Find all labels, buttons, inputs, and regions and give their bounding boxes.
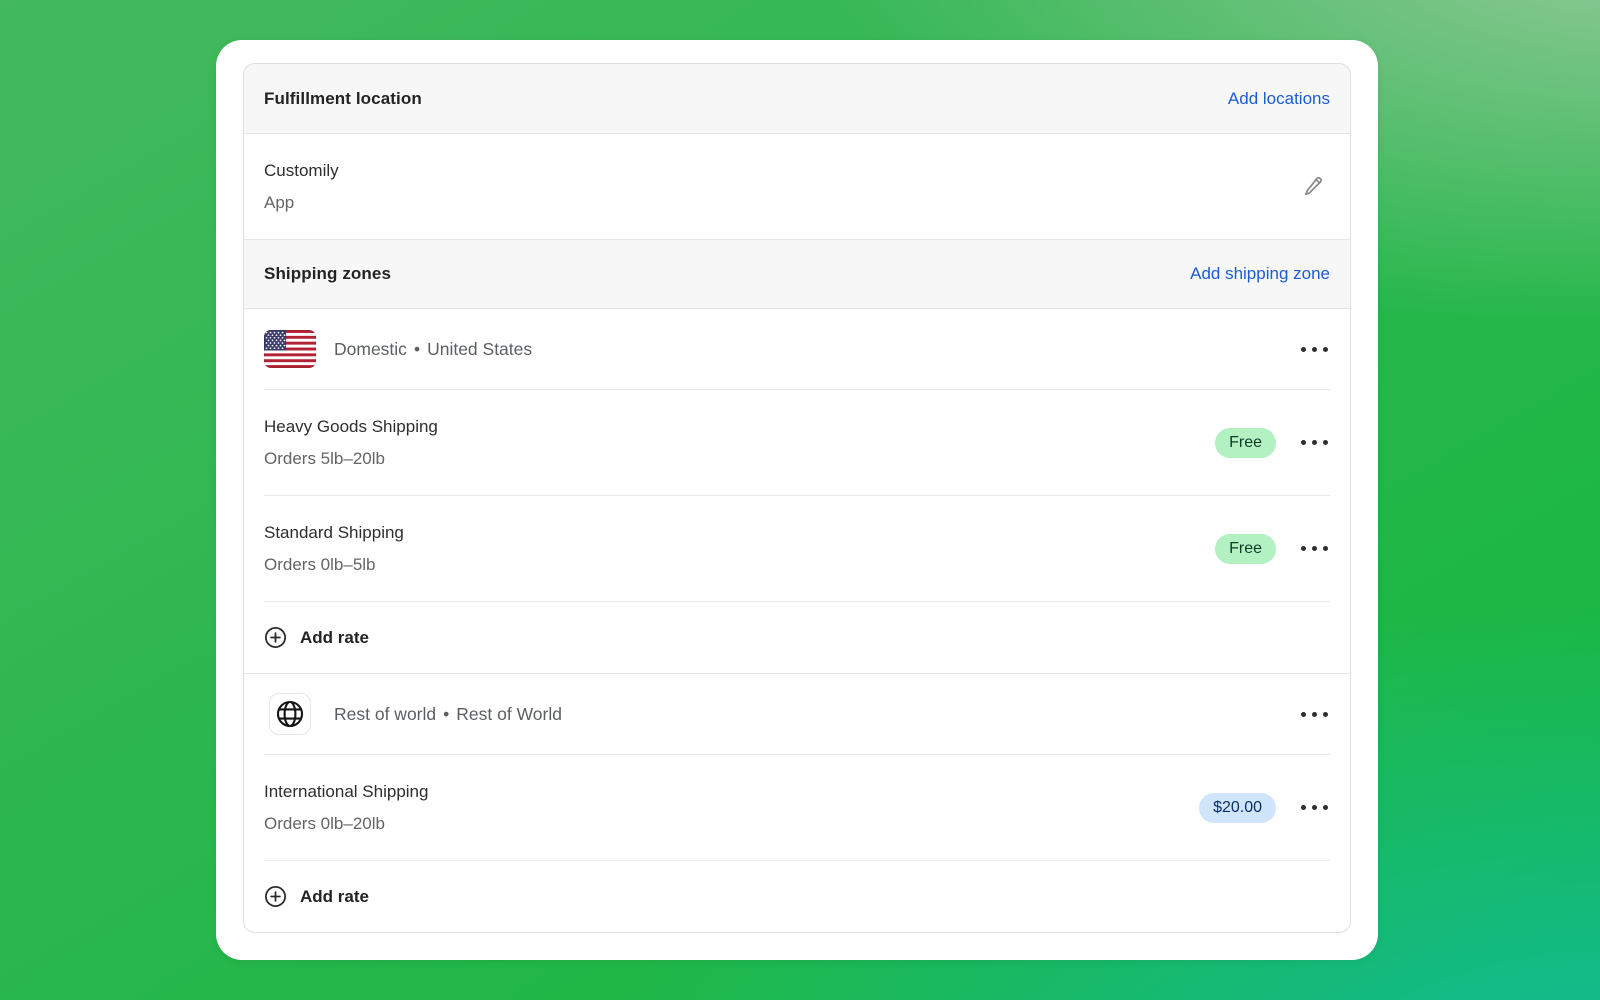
zone-separator: •: [436, 704, 456, 724]
zone-region: Rest of World: [456, 704, 562, 724]
rate-condition: Orders 0lb–5lb: [264, 549, 404, 581]
shipping-settings-panel: Fulfillment location Add locations Custo…: [243, 63, 1351, 933]
ellipsis-icon: [1301, 805, 1328, 810]
rate-row-heavy-goods: Heavy Goods Shipping Orders 5lb–20lb Fre…: [244, 390, 1350, 495]
zone-region: United States: [427, 339, 532, 359]
rate-heavy-goods-menu-button[interactable]: [1299, 434, 1330, 451]
add-rate-button-domestic[interactable]: Add rate: [264, 626, 369, 649]
rate-price-badge: Free: [1215, 534, 1276, 564]
edit-location-button[interactable]: [1296, 168, 1330, 205]
location-type: App: [264, 187, 339, 219]
zone-separator: •: [407, 339, 427, 359]
zone-label-rest-of-world: Rest of world•Rest of World: [334, 704, 1299, 725]
us-flag-icon: [264, 330, 316, 368]
rate-price-badge: $20.00: [1199, 793, 1276, 823]
globe-icon: [269, 693, 311, 735]
ellipsis-icon: [1301, 546, 1328, 551]
zone-rest-of-world-menu-button[interactable]: [1299, 706, 1330, 723]
rate-info: Heavy Goods Shipping Orders 5lb–20lb: [264, 411, 438, 475]
rate-international-menu-button[interactable]: [1299, 799, 1330, 816]
ellipsis-icon: [1301, 347, 1328, 352]
globe-icon-box: [264, 693, 316, 735]
rate-name: Heavy Goods Shipping: [264, 411, 438, 443]
plus-circle-icon: [264, 885, 287, 908]
zone-row-domestic: Domestic•United States: [244, 309, 1350, 389]
rate-price-badge: Free: [1215, 428, 1276, 458]
plus-circle-icon: [264, 626, 287, 649]
add-locations-link[interactable]: Add locations: [1228, 89, 1330, 109]
add-shipping-zone-link[interactable]: Add shipping zone: [1190, 264, 1330, 284]
zone-domestic-menu-button[interactable]: [1299, 341, 1330, 358]
shipping-zones-header: Shipping zones Add shipping zone: [244, 239, 1350, 309]
rate-row-international: International Shipping Orders 0lb–20lb $…: [244, 755, 1350, 860]
fulfillment-location-title: Fulfillment location: [264, 89, 422, 109]
rate-row-standard: Standard Shipping Orders 0lb–5lb Free: [244, 496, 1350, 601]
add-rate-row-rest-of-world: Add rate: [244, 861, 1350, 932]
location-info: Customily App: [264, 155, 339, 219]
add-rate-label: Add rate: [300, 628, 369, 648]
fulfillment-location-header: Fulfillment location Add locations: [244, 64, 1350, 134]
settings-card: Fulfillment location Add locations Custo…: [216, 40, 1378, 960]
add-rate-label: Add rate: [300, 887, 369, 907]
ellipsis-icon: [1301, 712, 1328, 717]
rate-name: Standard Shipping: [264, 517, 404, 549]
add-rate-row-domestic: Add rate: [244, 602, 1350, 673]
zone-row-rest-of-world: Rest of world•Rest of World: [244, 674, 1350, 754]
background: Fulfillment location Add locations Custo…: [0, 0, 1600, 1000]
rate-info: Standard Shipping Orders 0lb–5lb: [264, 517, 404, 581]
ellipsis-icon: [1301, 440, 1328, 445]
add-rate-button-rest-of-world[interactable]: Add rate: [264, 885, 369, 908]
rate-standard-menu-button[interactable]: [1299, 540, 1330, 557]
rate-info: International Shipping Orders 0lb–20lb: [264, 776, 428, 840]
zone-name: Domestic: [334, 339, 407, 359]
rate-condition: Orders 5lb–20lb: [264, 443, 438, 475]
location-name: Customily: [264, 155, 339, 187]
rate-condition: Orders 0lb–20lb: [264, 808, 428, 840]
location-row: Customily App: [244, 134, 1350, 239]
rate-name: International Shipping: [264, 776, 428, 808]
pencil-icon: [1300, 172, 1326, 201]
zone-name: Rest of world: [334, 704, 436, 724]
zone-label-domestic: Domestic•United States: [334, 339, 1299, 360]
shipping-zones-title: Shipping zones: [264, 264, 391, 284]
